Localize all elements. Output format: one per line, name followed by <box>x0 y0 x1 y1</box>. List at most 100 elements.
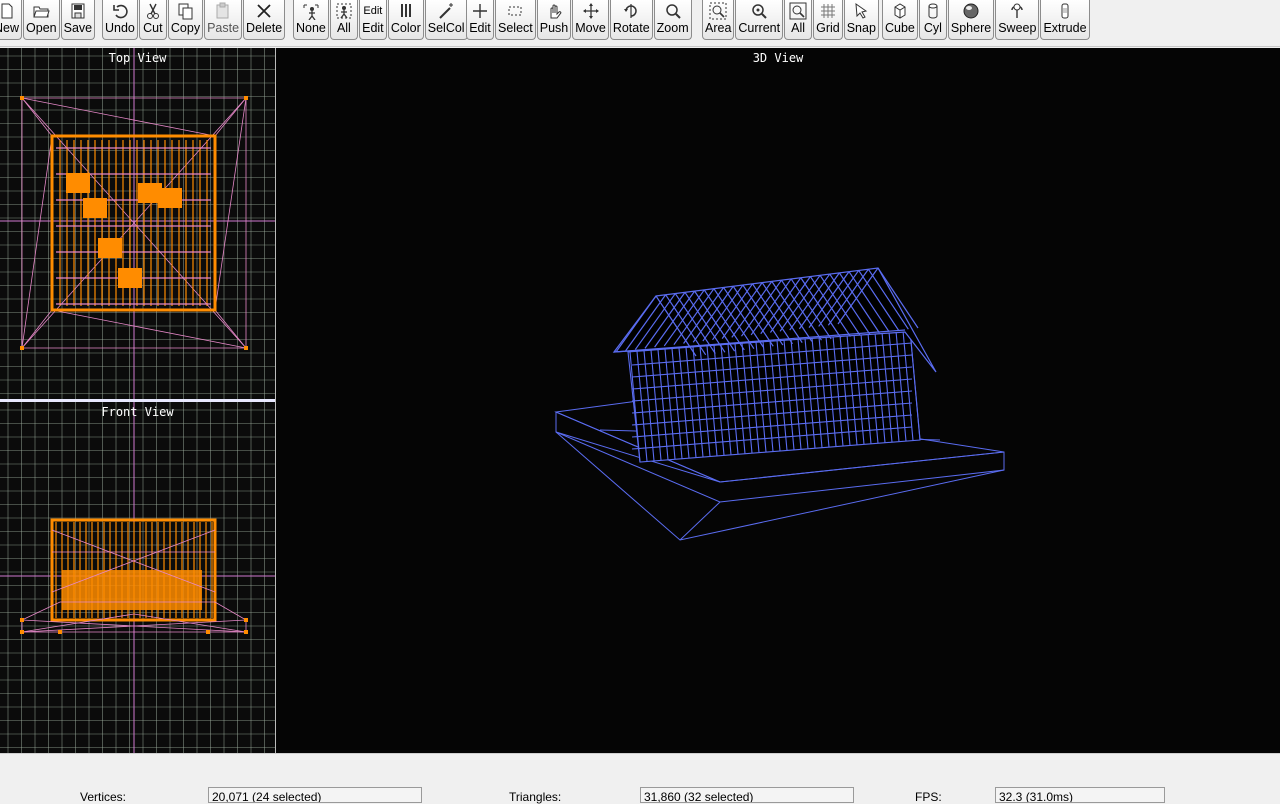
grid-button[interactable]: Grid <box>813 0 843 40</box>
undo-button[interactable]: Undo <box>102 0 138 40</box>
save-button[interactable]: Save <box>60 0 96 40</box>
cube-button-label: Cube <box>885 21 915 35</box>
copy-icon <box>174 1 196 21</box>
sweep-button-label: Sweep <box>998 21 1037 35</box>
select-rectangle-icon <box>504 1 526 21</box>
grid-icon <box>817 1 839 21</box>
select-all-icon <box>333 1 355 21</box>
front-view-viewport[interactable]: Front View <box>0 402 275 753</box>
cyl-button-label: Cyl <box>923 21 942 35</box>
current-button[interactable]: Current <box>735 0 784 40</box>
edit-button[interactable]: Edit <box>466 0 494 40</box>
delete-button[interactable]: Delete <box>243 0 286 40</box>
selcol-button-label: SelCol <box>427 21 465 35</box>
none-button[interactable]: None <box>293 0 329 40</box>
cut-button[interactable]: Cut <box>138 0 167 40</box>
snap-cursor-icon <box>850 1 872 21</box>
top-view-viewport[interactable]: Top View <box>0 48 275 399</box>
paste-button-label: Paste <box>207 21 240 35</box>
magnifier-icon <box>662 1 684 21</box>
house-walls <box>627 329 921 463</box>
sphere-button[interactable]: Sphere <box>947 0 995 40</box>
magic-wand-icon <box>435 1 457 21</box>
triangles-label: Triangles: <box>509 790 562 804</box>
delete-button-label: Delete <box>246 21 283 35</box>
front-view-title: Front View <box>101 405 174 419</box>
paste-icon <box>212 1 234 21</box>
new-button-label: New <box>0 21 20 35</box>
edit-button-label: Edit <box>362 21 384 35</box>
toolbar-group-6: Cube Cyl Sphere Sweep Extrude <box>882 0 1091 44</box>
push-button-label: Push <box>539 21 569 35</box>
front-view-canvas[interactable] <box>0 402 275 753</box>
grid-button-label: Grid <box>816 21 840 35</box>
open-folder-icon <box>30 1 52 21</box>
copy-button-label: Copy <box>170 21 201 35</box>
front-view-model <box>50 518 217 622</box>
3d-view-canvas[interactable] <box>276 48 1280 753</box>
toolbar-group-4: Edit Select Push Move Rotate Zoom <box>466 0 693 44</box>
select-button-label: Select <box>498 21 533 35</box>
top-view-title: Top View <box>108 51 167 65</box>
undo-button-label: Undo <box>105 21 135 35</box>
new-button[interactable]: New <box>0 0 23 40</box>
edit-selection-icon: Edit <box>363 5 383 17</box>
delete-x-icon <box>253 1 275 21</box>
fps-readout: 32.3 (31.0ms) <box>995 787 1165 803</box>
toolbar-group-3: None All Edit Edit Color SelCol <box>293 0 469 44</box>
toolbar-group-2: Undo Cut Copy Paste Delete <box>102 0 286 44</box>
crosshair-icon <box>469 1 491 21</box>
selcol-button[interactable]: SelCol <box>424 0 468 40</box>
all-button-label: All <box>791 21 806 35</box>
extrude-button[interactable]: Extrude <box>1040 0 1090 40</box>
move-arrows-icon <box>580 1 602 21</box>
all-button[interactable]: All <box>784 0 813 40</box>
undo-icon <box>109 1 131 21</box>
push-button[interactable]: Push <box>536 0 572 40</box>
select-button[interactable]: Select <box>495 0 536 40</box>
extrude-icon <box>1054 1 1076 21</box>
edit-button-label: Edit <box>469 21 491 35</box>
zoom-button[interactable]: Zoom <box>653 0 692 40</box>
save-button-label: Save <box>63 21 93 35</box>
vertices-count: 20,071 (24 selected) <box>208 787 422 803</box>
color-button-label: Color <box>390 21 421 35</box>
zoom-button-label: Zoom <box>656 21 689 35</box>
area-button-label: Area <box>705 21 732 35</box>
zoom-all-icon <box>787 1 809 21</box>
3d-view-title: 3D View <box>752 51 804 65</box>
color-button[interactable]: Color <box>387 0 424 40</box>
cube-icon <box>889 1 911 21</box>
paste-button[interactable]: Paste <box>204 0 243 40</box>
vertices-label: Vertices: <box>80 790 127 804</box>
sphere-button-label: Sphere <box>950 21 992 35</box>
all-button[interactable]: All <box>329 0 358 40</box>
none-button-label: None <box>296 21 326 35</box>
scissors-icon <box>142 1 164 21</box>
toolbar-group-1: New Open Save <box>0 0 96 44</box>
cut-button-label: Cut <box>143 21 163 35</box>
status-bar: Vertices: 20,071 (24 selected) Triangles… <box>0 753 1280 804</box>
color-bars-icon <box>395 1 417 21</box>
top-view-canvas[interactable] <box>0 48 275 399</box>
save-disk-icon <box>67 1 89 21</box>
edit-button[interactable]: Edit Edit <box>358 0 387 40</box>
sweep-icon <box>1006 1 1028 21</box>
cube-button[interactable]: Cube <box>882 0 918 40</box>
move-button[interactable]: Move <box>572 0 609 40</box>
toolbar-group-5: Area Current All Grid Snap <box>702 0 880 44</box>
cylinder-icon <box>922 1 944 21</box>
open-button[interactable]: Open <box>23 0 60 40</box>
3d-view-viewport[interactable]: 3D View <box>276 48 1280 753</box>
cyl-button[interactable]: Cyl <box>918 0 947 40</box>
move-button-label: Move <box>575 21 606 35</box>
sweep-button[interactable]: Sweep <box>995 0 1040 40</box>
snap-button[interactable]: Snap <box>843 0 879 40</box>
rotate-button[interactable]: Rotate <box>609 0 653 40</box>
open-button-label: Open <box>26 21 57 35</box>
area-button[interactable]: Area <box>702 0 735 40</box>
copy-button[interactable]: Copy <box>167 0 204 40</box>
triangles-count: 31,860 (32 selected) <box>640 787 854 803</box>
all-button-label: All <box>336 21 351 35</box>
rotate-button-label: Rotate <box>612 21 650 35</box>
